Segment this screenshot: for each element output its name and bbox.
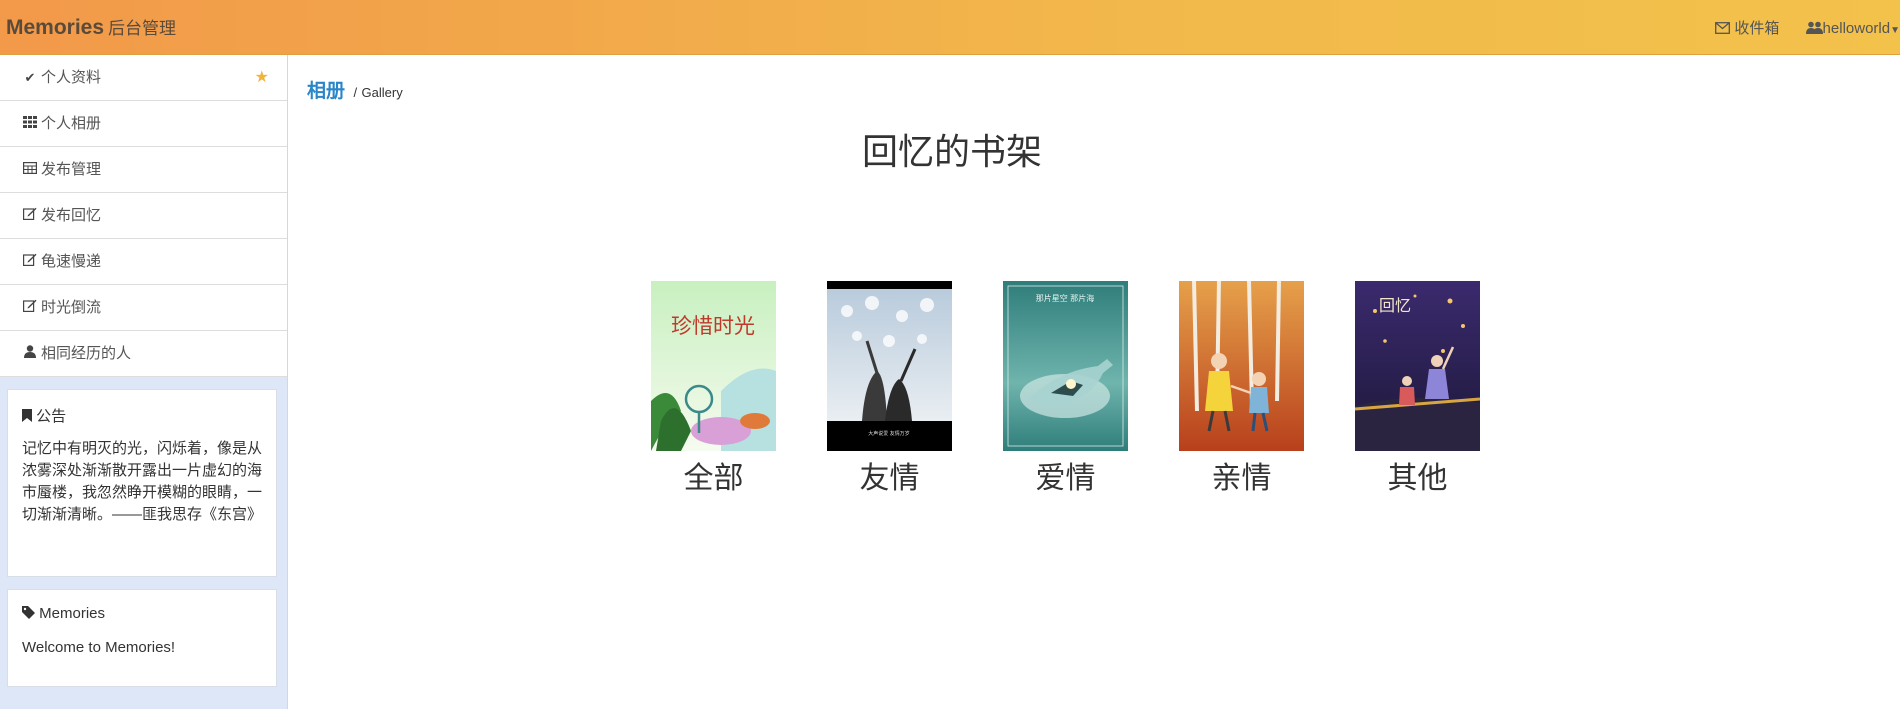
user-icon — [22, 331, 38, 377]
album-cover-image[interactable]: 珍惜时光 — [651, 281, 776, 451]
breadcrumb-gallery: Gallery — [361, 85, 403, 100]
user-label: helloworld — [1822, 20, 1891, 37]
album-cover-text: 珍惜时光 — [671, 314, 755, 338]
sidebar-item-label: 个人资料 — [41, 69, 102, 86]
sidebar-item-publish-manage[interactable]: 发布管理 — [0, 147, 287, 193]
breadcrumb-separator: / — [353, 85, 358, 100]
sidebar-item-label: 时光倒流 — [41, 299, 102, 316]
edit-icon — [22, 285, 38, 331]
user-dropdown[interactable]: helloworld▼ — [1805, 20, 1900, 38]
sidebar-item-similar-people[interactable]: 相同经历的人 — [0, 331, 287, 377]
check-icon: ✔ — [24, 70, 36, 85]
album-all[interactable]: 珍惜时光 全部 — [651, 281, 776, 497]
inbox-label: 收件箱 — [1734, 20, 1780, 37]
sidebar-item-time-rewind[interactable]: 时光倒流 — [0, 285, 287, 331]
grid-icon — [22, 101, 38, 147]
notice-title-text: 公告 — [36, 408, 67, 425]
album-cover-image[interactable]: 大声说爱 友情万岁 — [827, 281, 952, 451]
main-content: 相册 / Gallery 回忆的书架 珍惜时光 全部 大声说爱 友情万岁 友情 … — [289, 55, 1900, 709]
album-family[interactable]: 亲情 — [1179, 281, 1304, 497]
album-cover-text: 回忆 — [1379, 296, 1411, 315]
memories-text: Welcome to Memories! — [22, 638, 176, 656]
album-cover-image[interactable]: 那片星空 那片海 — [1003, 281, 1128, 451]
sidebar-item-album[interactable]: 个人相册 — [0, 101, 287, 147]
brand-subtitle: 后台管理 — [108, 19, 177, 38]
album-friendship[interactable]: 大声说爱 友情万岁 友情 — [827, 281, 952, 497]
sidebar-item-label: 发布回忆 — [41, 207, 102, 224]
album-label[interactable]: 全部 — [651, 453, 776, 497]
breadcrumb-album[interactable]: 相册 — [307, 81, 345, 102]
album-other[interactable]: 回忆 其他 — [1355, 281, 1480, 497]
notice-title: 公告 — [8, 390, 276, 426]
sidebar-item-label: 相同经历的人 — [41, 345, 132, 362]
sidebar-item-label: 发布管理 — [41, 161, 102, 178]
brand-name: Memories — [6, 16, 105, 39]
sidebar-item-label: 龟速慢递 — [41, 253, 102, 270]
album-cover-text: 那片星空 那片海 — [1036, 293, 1095, 303]
brand[interactable]: Memories 后台管理 — [6, 14, 176, 40]
sidebar-menu: ✔ 个人资料 ★ 个人相册 发布管理 发布回忆 龟速慢递 时光倒流 相同经历的人 — [0, 55, 287, 377]
page-title: 回忆的书架 — [861, 131, 1042, 172]
memories-title-text: Memories — [39, 605, 106, 622]
sidebar: ✔ 个人资料 ★ 个人相册 发布管理 发布回忆 龟速慢递 时光倒流 相同经历的人… — [0, 55, 288, 709]
table-icon — [22, 147, 38, 193]
memories-panel: Memories Welcome to Memories! — [7, 589, 277, 687]
envelope-icon — [1715, 21, 1731, 38]
memories-title: Memories — [8, 590, 276, 623]
album-label[interactable]: 友情 — [827, 453, 952, 497]
breadcrumb: 相册 / Gallery — [307, 76, 403, 103]
inbox-link[interactable]: 收件箱 — [1715, 17, 1779, 38]
sidebar-item-slow-mail[interactable]: 龟速慢递 — [0, 239, 287, 285]
notice-text: 记忆中有明灭的光，闪烁着，像是从浓雾深处渐渐散开露出一片虚幻的海市蜃楼，我忽然睁… — [22, 440, 263, 523]
album-label[interactable]: 亲情 — [1179, 453, 1304, 497]
album-cover-image[interactable] — [1179, 281, 1304, 451]
users-icon — [1805, 21, 1823, 38]
album-love[interactable]: 那片星空 那片海 爱情 — [1003, 281, 1128, 497]
sidebar-item-publish-memory[interactable]: 发布回忆 — [0, 193, 287, 239]
notice-panel: 公告 记忆中有明灭的光，闪烁着，像是从浓雾深处渐渐散开露出一片虚幻的海市蜃楼，我… — [7, 389, 277, 577]
sidebar-item-profile[interactable]: ✔ 个人资料 ★ — [0, 55, 287, 101]
top-navbar: Memories 后台管理 收件箱 helloworld▼ — [0, 0, 1900, 55]
caret-down-icon: ▼ — [1890, 25, 1900, 36]
edit-icon — [22, 193, 38, 239]
album-label[interactable]: 爱情 — [1003, 453, 1128, 497]
top-nav-links: 收件箱 helloworld▼ — [1715, 17, 1900, 38]
bookmark-icon — [22, 408, 32, 426]
sidebar-item-label: 个人相册 — [41, 115, 102, 132]
edit-icon — [22, 239, 38, 285]
album-label[interactable]: 其他 — [1355, 453, 1480, 497]
star-icon: ★ — [254, 69, 269, 86]
album-cover-image[interactable]: 回忆 — [1355, 281, 1480, 451]
tag-icon — [22, 605, 35, 623]
album-cover-text: 大声说爱 友情万岁 — [868, 430, 910, 437]
